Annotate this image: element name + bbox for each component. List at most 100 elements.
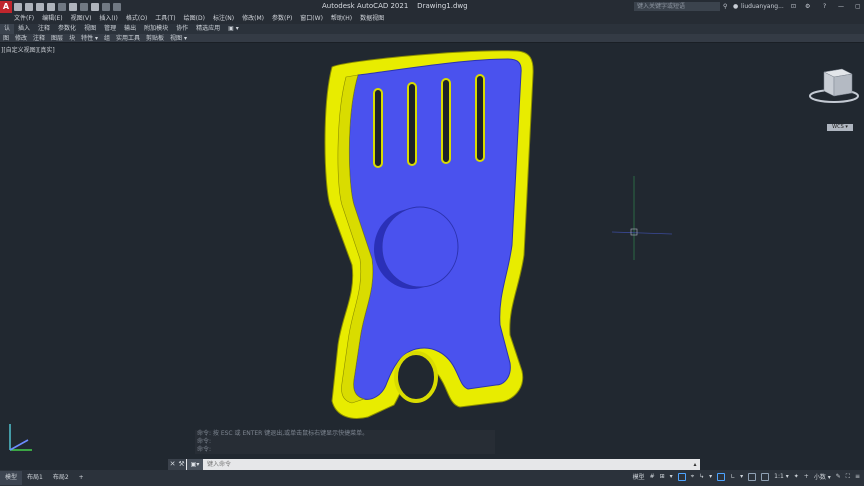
fullscreen-icon[interactable]: ⛶	[846, 473, 850, 481]
panel-clipboard[interactable]: 剪贴板	[143, 34, 167, 43]
plot-icon[interactable]	[80, 2, 88, 11]
selection-cycling-icon[interactable]	[761, 472, 770, 481]
wcs-menu[interactable]: WCS ▾	[827, 124, 853, 131]
viewcube-right-face[interactable]	[833, 73, 853, 97]
autocad-logo[interactable]: A	[0, 0, 12, 13]
dynamic-input-icon[interactable]	[717, 472, 726, 481]
menu-format[interactable]: 格式(O)	[122, 13, 151, 24]
menu-insert[interactable]: 插入(I)	[95, 13, 121, 24]
viewcube[interactable]	[808, 66, 860, 110]
menu-edit[interactable]: 编辑(E)	[38, 13, 66, 24]
polar-icon[interactable]: ⌖	[691, 473, 694, 481]
osnap-dropdown-icon[interactable]: ▾	[709, 473, 712, 480]
customize-icon[interactable]: ≡	[855, 473, 860, 480]
add-layout-button[interactable]: +	[74, 471, 89, 485]
cart-icon[interactable]: ⊡	[791, 2, 796, 11]
ortho-icon[interactable]	[677, 472, 686, 481]
open-web-icon[interactable]	[58, 2, 66, 11]
new-file-icon[interactable]	[14, 2, 22, 11]
snap-dropdown-icon[interactable]: ▾	[670, 473, 673, 480]
menu-items: 文件(F) 编辑(E) 视图(V) 插入(I) 格式(O) 工具(T) 绘图(D…	[0, 13, 388, 24]
command-history-line: 命令:	[195, 438, 495, 446]
slot-3	[441, 78, 451, 164]
save-web-icon[interactable]	[69, 2, 77, 11]
recent-commands-icon[interactable]: ▣▾	[187, 459, 203, 470]
slot-4	[475, 74, 485, 162]
tab-annotate[interactable]: 注释	[34, 24, 54, 34]
lineweight-icon[interactable]: ∟	[730, 473, 735, 480]
annotation-scale[interactable]: 1:1 ▾	[774, 473, 789, 480]
status-tools: 模型 # ⊞ ▾ ⌖ ↳ ▾ ∟ ▾ 1:1 ▾ ✦ + 小数 ▾ ✎ ⛶ ≡	[633, 472, 860, 481]
osnap-icon[interactable]: ↳	[699, 473, 704, 480]
menu-dimension[interactable]: 标注(N)	[209, 13, 238, 24]
tab-insert[interactable]: 插入	[14, 24, 34, 34]
crosshair-horizontal	[612, 231, 672, 235]
panel-draw[interactable]: 图	[0, 34, 12, 43]
tab-manage[interactable]: 管理	[100, 24, 120, 34]
units-selector[interactable]: 小数 ▾	[814, 472, 831, 481]
menu-file[interactable]: 文件(F)	[10, 13, 38, 24]
lineweight-dropdown-icon[interactable]: ▾	[740, 473, 743, 480]
tab-more-dropdown[interactable]: ▣ ▾	[224, 24, 243, 34]
search-icon[interactable]: ⚲	[723, 2, 727, 11]
viewport-controls-label[interactable]: ][自定义视图][真实]	[1, 45, 55, 54]
menu-parametric[interactable]: 参数(P)	[268, 13, 296, 24]
redo-icon[interactable]	[102, 2, 110, 11]
tab-featured-apps[interactable]: 精选应用	[192, 24, 224, 34]
panel-modify[interactable]: 修改	[12, 34, 30, 43]
customize-dropdown-icon[interactable]	[113, 2, 121, 11]
snap-icon[interactable]: ⊞	[660, 473, 665, 480]
search-input[interactable]: 键入关键字或短语	[634, 2, 720, 11]
settings-icon[interactable]: ✦	[794, 473, 799, 480]
minimize-icon[interactable]: —	[838, 2, 844, 11]
layout-tab-layout2[interactable]: 布局2	[48, 471, 74, 485]
restore-icon[interactable]: ▢	[855, 2, 861, 11]
share-icon[interactable]: ⚙	[805, 2, 810, 11]
panel-view[interactable]: 视图 ▾	[167, 34, 190, 43]
panel-groups[interactable]: 组	[101, 34, 113, 43]
workspace-icon[interactable]	[748, 472, 757, 481]
model-space-toggle[interactable]: 模型	[633, 472, 645, 481]
help-icon[interactable]: ?	[823, 2, 826, 11]
isolate-icon[interactable]: ✎	[836, 473, 841, 480]
undo-icon[interactable]	[91, 2, 99, 11]
tab-output[interactable]: 输出	[120, 24, 140, 34]
command-history-line: 命令: 按 ESC 或 ENTER 键退出,或单击鼠标右键显示快捷菜单。	[195, 430, 495, 438]
chevron-up-icon[interactable]: ▴	[690, 461, 700, 468]
open-file-icon[interactable]	[25, 2, 33, 11]
save-icon[interactable]	[36, 2, 44, 11]
tab-view[interactable]: 视图	[80, 24, 100, 34]
grid-icon[interactable]: #	[650, 473, 655, 480]
panel-utilities[interactable]: 实用工具	[113, 34, 143, 43]
ribbon-panel-bar: 图 修改 注释 图层 块 特性 ▾ 组 实用工具 剪贴板 视图 ▾	[0, 34, 864, 43]
close-icon[interactable]: ✕	[168, 459, 177, 470]
panel-layers[interactable]: 图层	[48, 34, 66, 43]
user-icon[interactable]: ●	[733, 2, 738, 11]
ribbon-tabs: 认 插入 注释 参数化 视图 管理 输出 附加模块 协作 精选应用 ▣ ▾	[0, 24, 864, 34]
menu-help[interactable]: 帮助(H)	[327, 13, 356, 24]
tab-default[interactable]: 认	[0, 24, 15, 34]
panel-block[interactable]: 块	[66, 34, 78, 43]
command-history-line: 命令:	[195, 446, 495, 454]
ucs-icon	[9, 424, 32, 451]
menu-tools[interactable]: 工具(T)	[151, 13, 179, 24]
layout-tab-layout1[interactable]: 布局1	[22, 471, 48, 485]
menu-modify[interactable]: 修改(M)	[238, 13, 268, 24]
layout-tab-model[interactable]: 模型	[0, 471, 23, 485]
title-bar: A Autodesk AutoCAD 2021 Drawing1.dwg 键入关…	[0, 0, 864, 13]
menu-data-view[interactable]: 数据视图	[356, 13, 388, 24]
panel-properties[interactable]: 特性 ▾	[78, 34, 101, 43]
save-as-icon[interactable]	[47, 2, 55, 11]
command-input[interactable]	[203, 459, 643, 470]
menu-view[interactable]: 视图(V)	[67, 13, 96, 24]
menu-draw[interactable]: 绘图(D)	[180, 13, 209, 24]
tab-collaborate[interactable]: 协作	[172, 24, 192, 34]
user-name[interactable]: liuduanyang...	[741, 2, 784, 11]
tab-addins[interactable]: 附加模块	[140, 24, 172, 34]
menu-window[interactable]: 窗口(W)	[296, 13, 327, 24]
command-history: 命令: 按 ESC 或 ENTER 键退出,或单击鼠标右键显示快捷菜单。 命令:…	[195, 430, 495, 454]
panel-annotate[interactable]: 注释	[30, 34, 48, 43]
plus-icon[interactable]: +	[804, 473, 809, 480]
tab-parametric[interactable]: 参数化	[54, 24, 80, 34]
wrench-icon[interactable]: ⚒	[177, 459, 186, 470]
